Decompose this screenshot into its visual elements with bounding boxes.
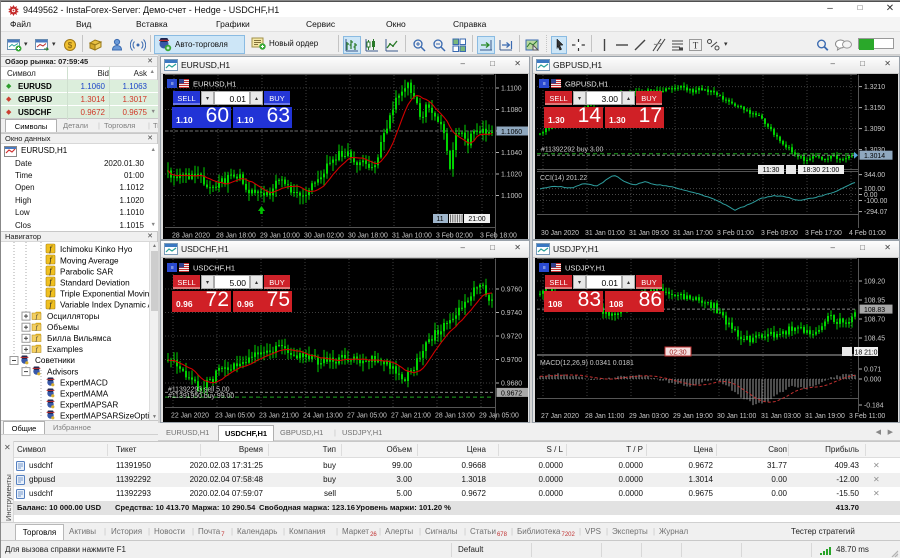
svg-text:31 Jan 17:00: 31 Jan 17:00 [673, 230, 713, 237]
svg-text:3 Feb 18:00: 3 Feb 18:00 [480, 233, 517, 240]
svg-text:Standard Deviation: Standard Deviation [60, 279, 130, 288]
svg-text:1.1020: 1.1020 [501, 172, 522, 179]
svg-text:Variable Index Dynamic A: Variable Index Dynamic A [60, 301, 149, 310]
svg-text:108.95: 108.95 [864, 298, 885, 305]
svg-text:Ichimoku Kinko Hyo: Ichimoku Kinko Hyo [60, 245, 133, 254]
svg-text:Moving Average: Moving Average [60, 256, 119, 265]
svg-text:11: 11 [436, 216, 443, 223]
svg-text:28 Jan 2020: 28 Jan 2020 [172, 233, 210, 240]
svg-text:109.20: 109.20 [864, 279, 885, 286]
svg-text:Осцилляторы: Осцилляторы [47, 312, 99, 321]
svg-text:Triple Exponential Movin: Triple Exponential Movin [60, 290, 149, 299]
svg-text:3 Feb 09:00: 3 Feb 09:00 [761, 230, 798, 237]
svg-text:0.000: 0.000 [864, 377, 881, 384]
svg-text:Советники: Советники [35, 356, 75, 365]
svg-text:Parabolic SAR: Parabolic SAR [60, 267, 113, 276]
svg-text:1.3014: 1.3014 [864, 153, 885, 160]
svg-text:ExpertMAPSAR: ExpertMAPSAR [60, 401, 118, 410]
svg-text:23 Jan 21:00: 23 Jan 21:00 [259, 413, 299, 420]
svg-text:18:30 21:00: 18:30 21:00 [803, 167, 840, 174]
svg-text:1.1100: 1.1100 [501, 86, 522, 93]
svg-text:CCI(14) 201.22: CCI(14) 201.22 [540, 175, 587, 182]
svg-text:0.9760: 0.9760 [501, 287, 522, 294]
svg-text:-0.184: -0.184 [864, 403, 884, 410]
svg-text:0.9672: 0.9672 [501, 390, 522, 397]
svg-text:3 Feb 17:00: 3 Feb 17:00 [805, 230, 842, 237]
svg-text:Билла Вильямса: Билла Вильямса [47, 334, 112, 343]
svg-text:0.9720: 0.9720 [501, 334, 522, 341]
svg-text:1.1000: 1.1000 [501, 193, 522, 200]
svg-text:22 Jan 2020: 22 Jan 2020 [171, 413, 209, 420]
svg-text:0.9680: 0.9680 [501, 381, 522, 388]
svg-text:108.45: 108.45 [864, 336, 885, 343]
svg-text:0.071: 0.071 [864, 367, 881, 374]
svg-text:4 Feb 01:00: 4 Feb 01:00 [849, 230, 886, 237]
svg-text:31 Jan 10:00: 31 Jan 10:00 [392, 233, 432, 240]
svg-text:27 Jan 05:00: 27 Jan 05:00 [347, 413, 387, 420]
svg-text:21:00: 21:00 [468, 216, 485, 223]
svg-text:Объемы: Объемы [47, 323, 79, 332]
svg-text:ExpertMAMA: ExpertMAMA [60, 390, 109, 399]
svg-text:31 Jan 09:00: 31 Jan 09:00 [629, 230, 669, 237]
svg-text:ExpertMACD: ExpertMACD [60, 378, 108, 387]
svg-text:1.1040: 1.1040 [501, 150, 522, 157]
svg-text:02:30: 02:30 [669, 350, 686, 357]
svg-text:1.1080: 1.1080 [501, 107, 522, 114]
svg-text:27 Jan 21:00: 27 Jan 21:00 [391, 413, 431, 420]
svg-text:T: T [692, 41, 698, 51]
svg-text:0.9740: 0.9740 [501, 310, 522, 317]
svg-text:344.00: 344.00 [864, 172, 885, 179]
svg-text:29 Jan 03:00: 29 Jan 03:00 [629, 413, 669, 420]
svg-text:31 Jan 01:00: 31 Jan 01:00 [585, 230, 625, 237]
svg-text:0.9700: 0.9700 [501, 357, 522, 364]
svg-text:1.3210: 1.3210 [864, 84, 885, 91]
svg-text:30 Jan 02:00: 30 Jan 02:00 [304, 233, 344, 240]
svg-text:#11391950 buy 99.00: #11391950 buy 99.00 [168, 393, 234, 400]
svg-text:28 Jan 18:00: 28 Jan 18:00 [216, 233, 256, 240]
svg-text:-100.00: -100.00 [864, 198, 888, 205]
svg-text:3 Feb 11:00: 3 Feb 11:00 [849, 413, 885, 420]
svg-text:30 Jan 11:00: 30 Jan 11:00 [717, 413, 757, 420]
svg-text:18 21:0: 18 21:0 [855, 350, 878, 357]
svg-text:27 Jan 2020: 27 Jan 2020 [541, 413, 579, 420]
svg-text:108.70: 108.70 [864, 317, 885, 324]
svg-text:31 Jan 03:00: 31 Jan 03:00 [761, 413, 801, 420]
svg-text:23 Jan 05:00: 23 Jan 05:00 [215, 413, 255, 420]
svg-text:1.1060: 1.1060 [501, 129, 522, 136]
svg-text:29 Jan 05:00: 29 Jan 05:00 [479, 413, 519, 420]
svg-text:24 Jan 13:00: 24 Jan 13:00 [303, 413, 343, 420]
svg-text:108.83: 108.83 [864, 307, 885, 314]
svg-text:29 Jan 10:00: 29 Jan 10:00 [260, 233, 300, 240]
svg-text:$: $ [67, 41, 72, 50]
svg-text:1.3150: 1.3150 [864, 105, 885, 112]
svg-text:3 Feb 02:00: 3 Feb 02:00 [436, 233, 473, 240]
svg-text:3 Feb 01:00: 3 Feb 01:00 [717, 230, 754, 237]
svg-text:MACD(12,26,9) 0.0341 0.0181: MACD(12,26,9) 0.0341 0.0181 [540, 360, 634, 367]
svg-text:Examples: Examples [47, 345, 83, 354]
svg-text:30 Jan 2020: 30 Jan 2020 [541, 230, 579, 237]
svg-text:28 Jan 13:00: 28 Jan 13:00 [435, 413, 475, 420]
svg-text:28 Jan 11:00: 28 Jan 11:00 [585, 413, 625, 420]
svg-text:11:30: 11:30 [763, 167, 780, 174]
svg-text:-294.07: -294.07 [864, 209, 888, 216]
svg-text:Advisors: Advisors [47, 367, 78, 376]
svg-text:30 Jan 18:00: 30 Jan 18:00 [348, 233, 388, 240]
svg-text:31 Jan 19:00: 31 Jan 19:00 [805, 413, 845, 420]
svg-text:29 Jan 19:00: 29 Jan 19:00 [673, 413, 713, 420]
svg-text:1.3090: 1.3090 [864, 126, 885, 133]
